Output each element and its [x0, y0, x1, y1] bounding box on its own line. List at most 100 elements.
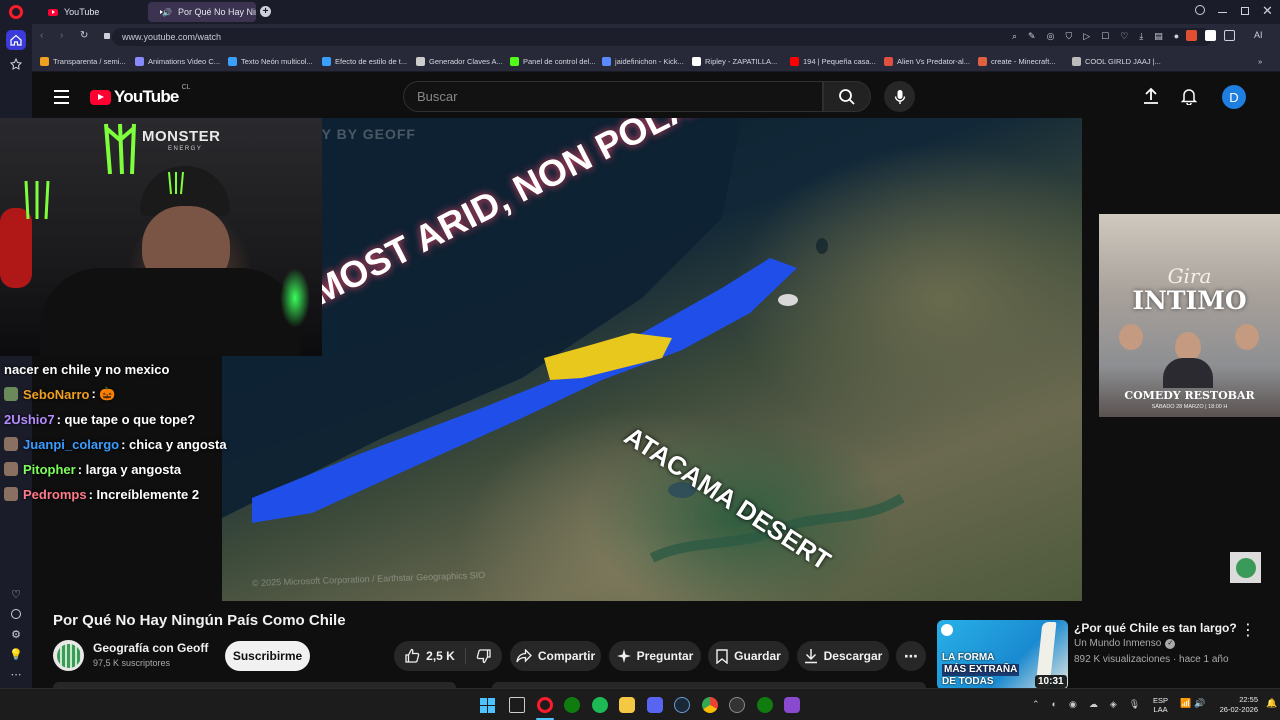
recommended-stats: 892 K visualizaciones · hace 1 año — [1074, 654, 1229, 665]
bookmark-item[interactable]: 194 | Pequeña casa... — [790, 54, 876, 68]
app-icon[interactable] — [784, 697, 800, 713]
extension-icon[interactable] — [1224, 30, 1235, 41]
forward-button[interactable]: › — [60, 30, 63, 41]
play-icon[interactable]: ▷ — [1083, 31, 1090, 42]
opera-taskbar-icon[interactable] — [537, 697, 553, 713]
show-hidden-icon[interactable]: ⌃ — [1032, 699, 1040, 710]
wallet-icon[interactable]: ▤ — [1154, 31, 1163, 42]
save-button[interactable]: Guardar — [708, 641, 789, 671]
steam-tray-icon[interactable]: ◉ — [1069, 699, 1077, 710]
lock-icon — [104, 33, 110, 39]
chat-text: : que tape o que tope? — [56, 411, 196, 427]
edit-icon[interactable]: ✎ — [1028, 31, 1036, 42]
cloud-icon[interactable]: ☁ — [1089, 699, 1098, 710]
globe-icon — [56, 643, 81, 668]
search-tabs-icon[interactable] — [1195, 5, 1205, 15]
camera-icon[interactable]: ◎ — [1047, 31, 1055, 42]
xbox-app-icon[interactable] — [757, 697, 773, 713]
bookmark-label: 194 | Pequeña casa... — [803, 56, 876, 66]
channel-name[interactable]: Geografía con Geoff — [93, 641, 208, 655]
bookmark-item[interactable]: Animations Video C... — [135, 54, 220, 68]
bookmark-icon[interactable]: ☐ — [1101, 31, 1109, 42]
maximize-button[interactable] — [1241, 7, 1249, 15]
spotify-icon[interactable] — [592, 697, 608, 713]
share-button[interactable]: Compartir — [510, 641, 601, 671]
heart-icon[interactable]: ♡ — [6, 584, 26, 604]
find-icon[interactable]: ⌕ — [1012, 31, 1017, 42]
more-icon[interactable]: ⋯ — [6, 664, 26, 684]
bookmark-item[interactable]: Efecto de estilo de t... — [322, 54, 407, 68]
home-icon[interactable] — [6, 30, 26, 50]
bookmark-item[interactable]: Transparenta / semi... — [40, 54, 126, 68]
bookmark-item[interactable]: Generador Claves A... — [416, 54, 503, 68]
heart-icon[interactable]: ♡ — [1120, 31, 1128, 42]
clock[interactable]: 22:55 26-02-2026 — [1208, 695, 1258, 715]
ask-button[interactable]: Preguntar — [609, 641, 701, 671]
search-input[interactable]: Buscar — [403, 81, 823, 112]
menu-icon[interactable] — [54, 90, 69, 104]
bookmark-item[interactable]: COOL GIRLD JAAJ |... — [1072, 54, 1161, 68]
steam-icon[interactable] — [674, 697, 690, 713]
tips-icon[interactable]: 💡 — [6, 644, 26, 664]
tray-icons: ⌃ ◐ ◉ ☁ ◈ 🎙 — [1032, 699, 1140, 710]
download-icon[interactable]: ⤓ — [1139, 31, 1143, 42]
bookmarks-overflow-icon[interactable]: » — [1258, 54, 1262, 68]
voice-search-button[interactable] — [884, 81, 915, 112]
shield-icon[interactable]: ⛉ — [1065, 31, 1072, 42]
discord-icon[interactable] — [647, 697, 663, 713]
tray-icon[interactable]: ◐ — [1052, 699, 1057, 710]
download-button[interactable]: Descargar — [797, 641, 889, 671]
tab-youtube[interactable]: YouTube — [40, 2, 144, 22]
volume-icon[interactable]: 🔊 — [1194, 698, 1205, 709]
opera-logo-icon[interactable] — [9, 5, 23, 19]
chrome-icon[interactable] — [702, 697, 718, 713]
notifications-button[interactable] — [1181, 87, 1197, 105]
ai-button[interactable]: AI — [1254, 30, 1263, 40]
tab-label: YouTube — [64, 7, 100, 17]
xbox-icon[interactable] — [564, 697, 580, 713]
language-indicator[interactable]: ESP LAA — [1153, 696, 1168, 714]
app-icon[interactable] — [729, 697, 745, 713]
notifications-icon[interactable]: 🔔 — [1266, 698, 1277, 709]
account-icon[interactable]: ● — [1174, 31, 1179, 42]
minimize-button[interactable] — [1218, 12, 1227, 13]
tab-video[interactable]: 🔊 Por Qué No Hay Ningún País Como Chile — [148, 2, 256, 22]
youtube-logo[interactable]: YouTube CL — [90, 84, 191, 107]
recommended-menu-icon[interactable]: ⋮ — [1240, 620, 1256, 640]
network-icon[interactable]: 📶 — [1180, 698, 1191, 709]
extension-icon[interactable] — [1205, 30, 1216, 41]
channel-avatar[interactable] — [53, 640, 84, 671]
avatar[interactable]: D — [1222, 85, 1246, 109]
video-player[interactable]: GEOGRAPHY BY GEOFF MOST ARID, NON POLAR … — [222, 118, 1082, 601]
like-count: 2,5 K — [426, 649, 455, 663]
channel-watermark-icon[interactable] — [1230, 552, 1261, 583]
dislike-button[interactable] — [466, 648, 492, 664]
start-button[interactable] — [480, 698, 495, 713]
task-view-icon[interactable] — [509, 697, 525, 713]
sparkle-icon — [616, 649, 631, 663]
reload-button[interactable]: ↻ — [80, 30, 88, 41]
bookmark-item[interactable]: create - Minecraft... — [978, 54, 1056, 68]
like-button[interactable]: 2,5 K — [404, 648, 466, 664]
history-icon[interactable] — [6, 604, 26, 624]
bookmark-item[interactable]: jaidefinichon - Kick... — [602, 54, 684, 68]
file-explorer-icon[interactable] — [619, 697, 635, 713]
recommended-channel[interactable]: Un Mundo Inmenso ✓ — [1074, 638, 1176, 649]
settings-icon[interactable]: ⚙ — [6, 624, 26, 644]
tray-icon[interactable]: ◈ — [1110, 699, 1117, 710]
close-window-button[interactable]: ✕ — [1262, 3, 1273, 19]
more-actions-button[interactable]: ⋯ — [896, 641, 926, 671]
search-button[interactable] — [823, 81, 871, 112]
create-button[interactable] — [1143, 87, 1159, 105]
pinboard-icon[interactable] — [6, 54, 26, 74]
extension-icon[interactable] — [1186, 30, 1197, 41]
bookmark-item[interactable]: Alien Vs Predator-al... — [884, 54, 970, 68]
bookmark-item[interactable]: Texto Neón multicol... — [228, 54, 313, 68]
subscribe-button[interactable]: Suscribirme — [225, 641, 310, 671]
new-tab-button[interactable]: + — [260, 6, 271, 17]
back-button[interactable]: ‹ — [40, 30, 43, 41]
bookmark-item[interactable]: Ripley - ZAPATILLA... — [692, 54, 777, 68]
recommended-title[interactable]: ¿Por qué Chile es tan largo? — [1074, 621, 1237, 635]
bookmark-item[interactable]: Panel de control del... — [510, 54, 596, 68]
mic-icon[interactable]: 🎙 — [1129, 699, 1140, 710]
